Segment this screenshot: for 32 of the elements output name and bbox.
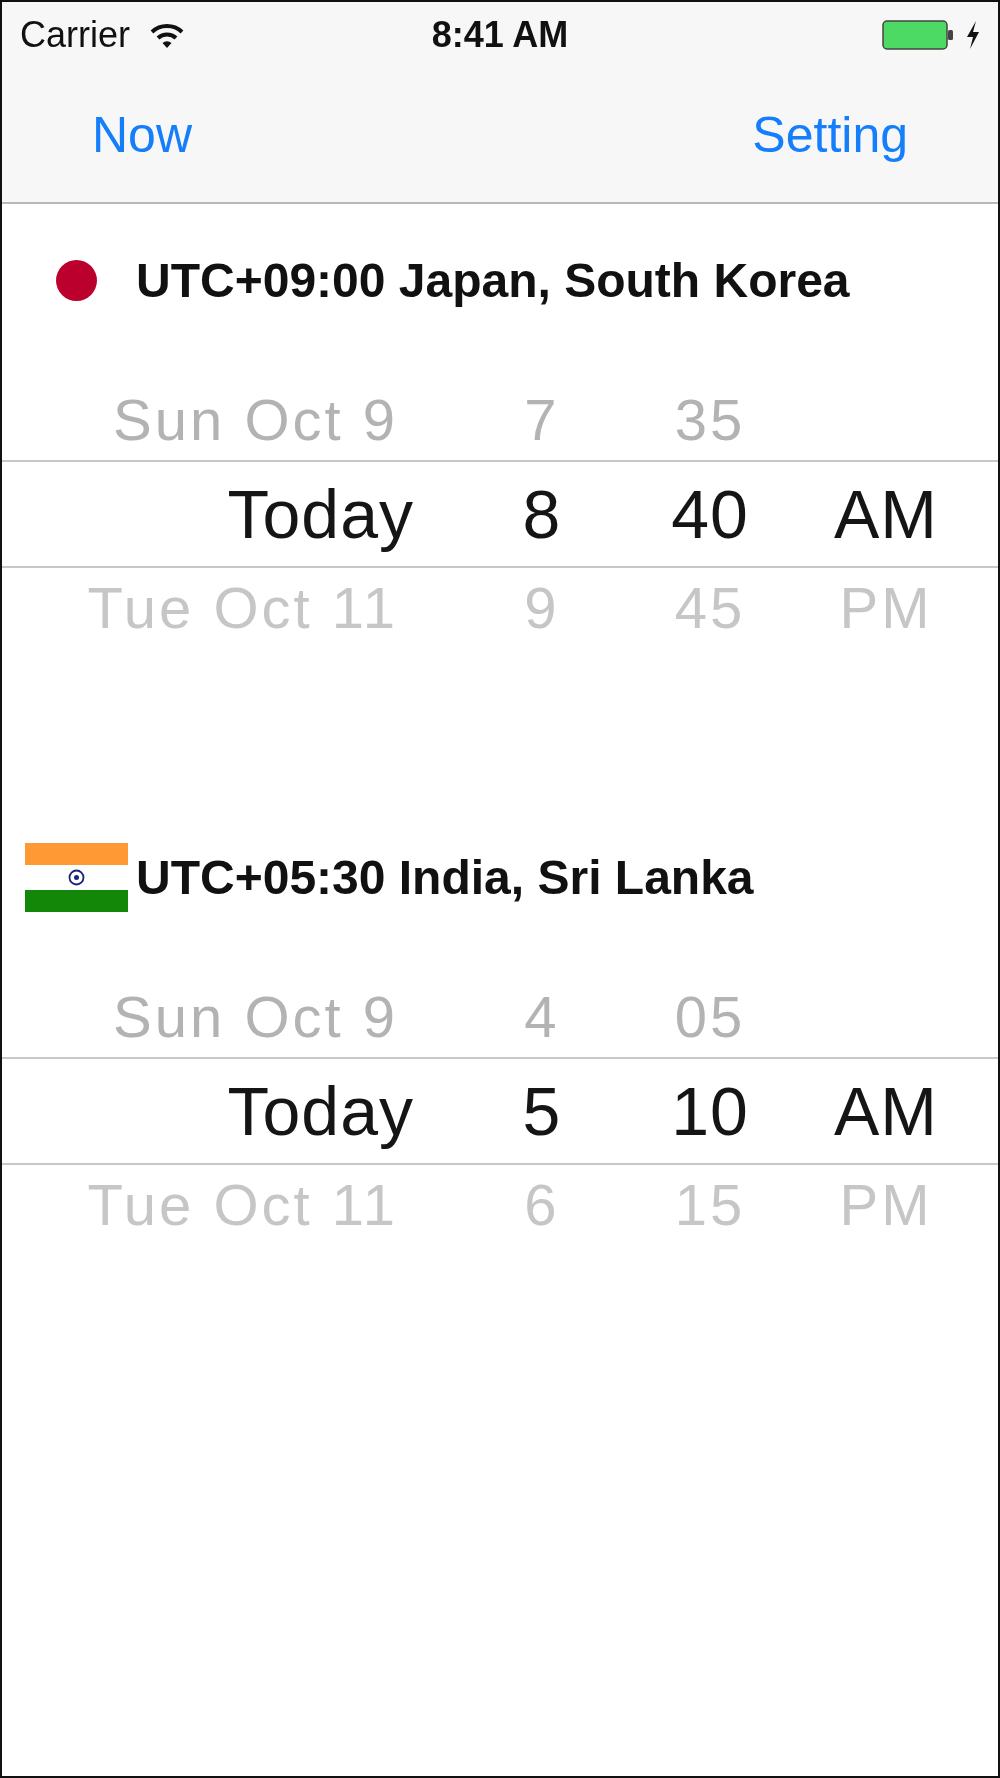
picker-item[interactable]: 05 [674, 985, 746, 1049]
picker-item[interactable]: AM [834, 476, 938, 552]
picker-item[interactable]: Today [227, 1073, 414, 1149]
picker-item[interactable]: 8 [522, 476, 562, 552]
setting-button[interactable]: Setting [752, 106, 908, 164]
dot-icon [56, 259, 97, 301]
time-zone-title: UTC+09:00 Japan, South Korea [136, 252, 850, 308]
picker-item[interactable]: PM [839, 576, 933, 640]
picker-item[interactable]: 45 [674, 576, 746, 640]
picker-item[interactable]: 10 [671, 1073, 749, 1149]
picker-item[interactable]: Tue Oct 11 [87, 1173, 414, 1237]
picker-item[interactable]: Tue Oct 11 [87, 576, 414, 640]
picker-item[interactable]: Sun Oct 9 [113, 388, 414, 452]
picker-item[interactable]: Today [227, 476, 414, 552]
flag-icon [25, 842, 128, 912]
picker-item[interactable]: 9 [524, 576, 560, 640]
picker-item[interactable]: 4 [524, 985, 560, 1049]
wifi-icon [150, 21, 184, 49]
picker-item[interactable]: 7 [524, 388, 560, 452]
time-zone-title: UTC+05:30 India, Sri Lanka [136, 849, 754, 905]
picker-item[interactable]: 5 [522, 1073, 562, 1149]
picker-item[interactable]: Sun Oct 9 [113, 985, 414, 1049]
picker-item[interactable]: 40 [671, 476, 749, 552]
picker-item[interactable]: 15 [674, 1173, 746, 1237]
now-button[interactable]: Now [92, 106, 193, 164]
picker-item[interactable]: 35 [674, 388, 746, 452]
picker-item[interactable]: 6 [524, 1173, 560, 1237]
carrier-label: Carrier [20, 14, 130, 56]
picker-item[interactable]: PM [839, 1173, 933, 1237]
picker-item[interactable]: AM [834, 1073, 938, 1149]
clock-time: 8:41 AM [431, 14, 569, 56]
battery-icon [882, 20, 954, 50]
